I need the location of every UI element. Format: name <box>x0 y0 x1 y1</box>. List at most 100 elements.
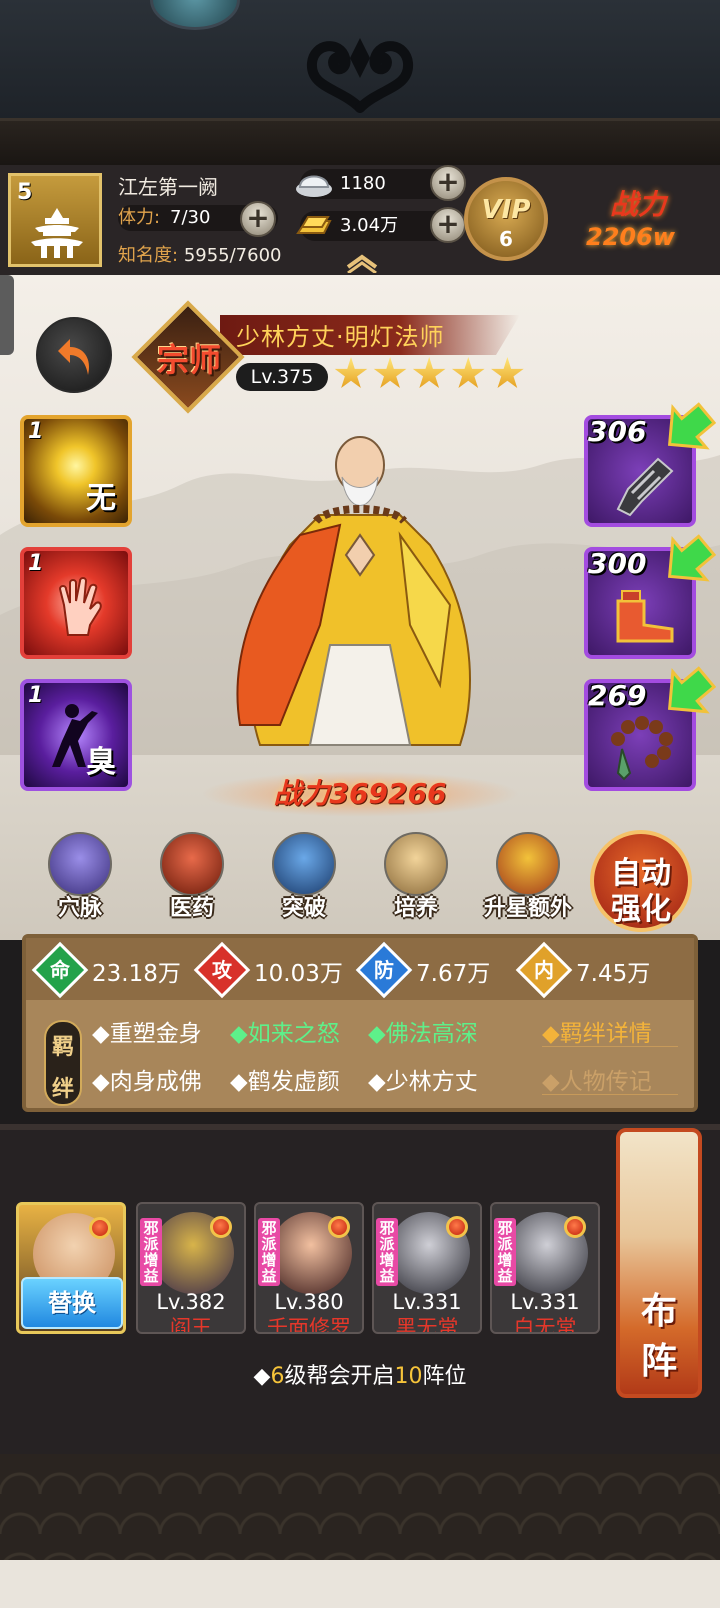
bond-item: ◆如来之怒 <box>230 1021 340 1047</box>
stat-value: 10.03万 <box>254 961 343 987</box>
stat-char: 攻 <box>212 958 232 982</box>
hero-power-label: 战力 <box>273 777 330 810</box>
pet-icon[interactable] <box>150 0 240 30</box>
player-name: 江左第一阙 <box>118 175 218 199</box>
edge-handle <box>0 275 14 355</box>
bottom-strip <box>0 1560 720 1608</box>
stat-value: 23.18万 <box>92 961 181 987</box>
star-extra-button[interactable]: 升星额外 <box>478 832 578 932</box>
red-dot-icon <box>89 1217 111 1239</box>
silver-bar: 1180 <box>296 169 450 199</box>
member-name: 黑无常 <box>395 1316 459 1334</box>
treasure-icon <box>496 832 560 896</box>
bond-tag: 羁 绊 <box>44 1020 82 1106</box>
upgrade-arrow-icon[interactable] <box>660 663 716 723</box>
bond-item: ◆鹤发虚颜 <box>230 1069 340 1095</box>
auto-enhance-button[interactable]: 自动 强化 <box>590 830 692 932</box>
function-label: 培养 <box>393 896 438 921</box>
fame-value: 5955/7600 <box>183 245 282 266</box>
train-button[interactable]: 培养 <box>366 832 466 932</box>
breakthrough-icon <box>272 832 336 896</box>
palm-icon <box>58 577 102 636</box>
auto-enhance-line2: 强化 <box>611 892 671 927</box>
stamina-value: 7/30 <box>170 207 211 228</box>
star-icon <box>491 357 524 388</box>
skill-slot-3[interactable]: 1 臭 <box>20 679 132 791</box>
player-header: 5 江左第一阙 体力: 7/30 + 知名度: 5955/7600 1180 + <box>0 165 720 275</box>
total-power-value: 2206w <box>586 223 675 251</box>
add-stamina-button[interactable]: + <box>240 201 276 237</box>
upgrade-arrow-icon[interactable] <box>660 399 716 459</box>
player-avatar[interactable]: 5 <box>8 173 102 267</box>
link-underline <box>542 1046 678 1047</box>
silver-ingot-icon <box>296 175 332 197</box>
tip-suffix: 阵位 <box>422 1364 467 1389</box>
skill-glyph: 无 <box>86 481 116 516</box>
back-button[interactable] <box>36 317 112 393</box>
meridian-icon <box>48 832 112 896</box>
hero-detail-panel: 宗师 少林方丈·明灯法师 Lv.375 1 无 1 1 臭 306 300 26… <box>0 275 720 830</box>
hero-portrait[interactable] <box>220 425 500 765</box>
formation-slot[interactable]: 邪派增益 Lv.331 白无常 <box>490 1202 600 1334</box>
prayer-beads-icon <box>611 716 673 781</box>
gauntlet-icon <box>616 457 674 517</box>
function-row: 穴脉 医药 突破 培养 升星额外 自动 强化 <box>0 830 720 940</box>
member-name: 白无常 <box>513 1316 577 1334</box>
formation-slot[interactable]: 邪派增益 Lv.380 千面修罗 <box>254 1202 364 1334</box>
stat-char: 防 <box>374 958 394 982</box>
skill-count: 1 <box>28 551 44 576</box>
hero-stars <box>334 357 524 395</box>
total-power[interactable]: 战力 2206w <box>580 183 710 263</box>
player-level: 5 <box>17 180 33 205</box>
stamina-label: 体力: <box>118 207 161 228</box>
member-level: Lv.382 <box>156 1290 226 1314</box>
formation-slot-main[interactable]: 替换 <box>16 1202 126 1334</box>
function-label: 升星额外 <box>483 896 572 921</box>
hero-power-value: 369266 <box>329 777 447 810</box>
boots-icon <box>616 590 674 643</box>
evil-faction-tag: 邪派增益 <box>494 1218 516 1286</box>
vip-level: 6 <box>499 227 513 251</box>
bond-item: ◆重塑金身 <box>92 1021 202 1047</box>
red-dot-icon <box>210 1216 232 1238</box>
biography-link[interactable]: ◆人物传记 <box>542 1062 652 1096</box>
hero-name: 少林方丈·明灯法师 <box>236 323 445 351</box>
bond-item: ◆佛法高深 <box>368 1021 478 1047</box>
star-icon <box>451 357 485 388</box>
star-icon <box>373 357 407 388</box>
add-gold-button[interactable]: + <box>430 207 466 243</box>
evil-faction-tag: 邪派增益 <box>140 1218 162 1286</box>
member-name: 阎王 <box>170 1316 212 1334</box>
formation-slot[interactable]: 邪派增益 Lv.331 黑无常 <box>372 1202 482 1334</box>
stat-char: 命 <box>50 958 70 982</box>
member-level: Lv.380 <box>274 1290 344 1314</box>
member-name: 千面修罗 <box>267 1316 351 1334</box>
upgrade-arrow-icon[interactable] <box>660 531 716 591</box>
swap-button[interactable]: 替换 <box>21 1277 123 1329</box>
star-icon <box>334 357 368 388</box>
vip-badge[interactable]: VIP 6 <box>464 177 548 261</box>
meridian-button[interactable]: 穴脉 <box>30 832 130 932</box>
scroll-icon <box>384 832 448 896</box>
skill-slot-1[interactable]: 1 无 <box>20 415 132 527</box>
silver-value: 1180 <box>340 173 386 194</box>
equipment-level: 269 <box>588 679 647 712</box>
red-dot-icon <box>446 1216 468 1238</box>
member-level: Lv.331 <box>392 1290 462 1314</box>
medicine-button[interactable]: 医药 <box>142 832 242 932</box>
gold-bar-icon <box>296 216 332 234</box>
formation-button-char: 布 <box>640 1290 677 1332</box>
stat-char: 内 <box>534 958 554 982</box>
add-silver-button[interactable]: + <box>430 165 466 201</box>
fame-label: 知名度: <box>118 245 179 266</box>
breakthrough-button[interactable]: 突破 <box>254 832 354 932</box>
function-label: 突破 <box>281 896 326 921</box>
tip-text: 级帮会开启 <box>284 1364 395 1389</box>
chevron-up-icon[interactable] <box>344 251 380 273</box>
bond-detail-link[interactable]: ◆羁绊详情 <box>542 1014 652 1048</box>
evil-faction-tag: 邪派增益 <box>376 1218 398 1286</box>
formation-slot[interactable]: 邪派增益 Lv.382 阎王 <box>136 1202 246 1334</box>
skill-slot-2[interactable]: 1 <box>20 547 132 659</box>
evil-faction-tag: 邪派增益 <box>258 1218 280 1286</box>
back-arrow-icon <box>58 339 90 375</box>
